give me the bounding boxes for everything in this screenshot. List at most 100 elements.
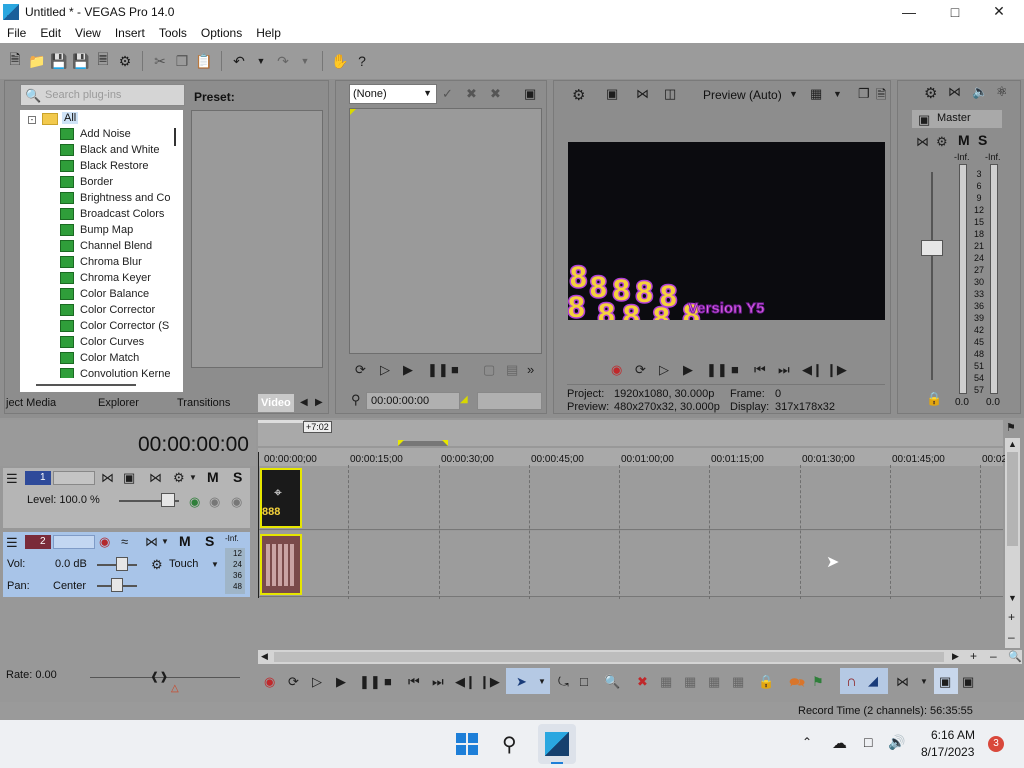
automation-mode-label[interactable]: Touch (169, 558, 198, 570)
invert-phase-icon[interactable]: ≈ (121, 534, 128, 549)
scroll-left-icon[interactable]: ◀ (261, 651, 268, 662)
loop-playback-icon[interactable]: ⟳ (288, 674, 299, 690)
plugin-hscrollbar[interactable] (20, 378, 183, 392)
audio-track-lane[interactable] (258, 531, 1003, 597)
add-to-timeline-after-icon[interactable]: ▤ (506, 362, 518, 378)
volume-icon[interactable]: 🔊 (888, 734, 905, 751)
auto-crossfade-icon[interactable]: ◢ (868, 673, 878, 689)
ripple-edit-icon[interactable]: ⋈ (896, 674, 909, 690)
spellcheck-icon[interactable]: ✓ (442, 86, 453, 102)
parent-composite-icon[interactable]: ◉ (209, 494, 220, 510)
timeline-hscrollbar[interactable]: ◀ ▶ + – 🔍 (258, 649, 1022, 664)
play-icon[interactable]: ▶ (683, 362, 693, 378)
track2-solo-button[interactable]: S (205, 533, 214, 549)
hscroll-thumb[interactable] (274, 652, 944, 662)
chevron-down-icon[interactable]: ▼ (538, 677, 546, 686)
selection-edit-tool-icon[interactable]: □ (580, 674, 588, 689)
more-icon[interactable]: » (527, 362, 534, 377)
taskbar-search-icon[interactable]: ⚲ (502, 732, 517, 757)
plugin-hscroll-thumb[interactable] (36, 384, 136, 386)
play-from-start-icon[interactable]: ▷ (380, 362, 390, 378)
tab-scroll-left-icon[interactable]: ◀ (300, 397, 308, 408)
tab-explorer[interactable]: Explorer (98, 394, 139, 412)
zoom-in-horizontal-icon[interactable]: + (970, 649, 977, 663)
play-icon[interactable]: ▶ (336, 674, 346, 690)
menu-view[interactable]: View (68, 26, 108, 40)
trim-start-icon[interactable]: ▦ (684, 674, 696, 690)
track2-pan-slider-handle[interactable] (111, 578, 123, 592)
preset-list[interactable] (191, 110, 323, 368)
tab-scroll-right-icon[interactable]: ▶ (315, 397, 323, 408)
network-icon[interactable]: □ (864, 734, 872, 750)
chevron-down-icon[interactable]: ▼ (211, 560, 219, 569)
track-gear-icon[interactable]: ⚙ (173, 470, 185, 486)
trimmer-dropdown[interactable]: (None) ▼ (349, 84, 437, 104)
compositing-icon[interactable]: ▣ (123, 470, 135, 486)
preview-quality-dropdown[interactable]: Preview (Auto) (703, 88, 782, 102)
track-motion-icon[interactable]: ⋈ (101, 470, 114, 486)
track1-level-slider-handle[interactable] (161, 493, 175, 507)
track-fx-icon[interactable]: ⋈ (149, 470, 162, 486)
pause-icon[interactable]: ❚❚ (427, 362, 449, 378)
track-fx-icon[interactable]: ⋈ (145, 534, 158, 550)
pause-icon[interactable]: ❚❚ (359, 674, 381, 690)
copy-icon[interactable]: ❐ (173, 52, 191, 70)
plugin-item[interactable]: Brightness and Co (60, 190, 171, 206)
track2-header[interactable]: ☰ 2 ◉ ≈ ⋈ ▼ M S Vol: 0.0 dB ⚙ Touch ▼ Pa… (3, 532, 250, 597)
taskbar-vegas-app[interactable] (538, 724, 576, 764)
track2-vol-slider-handle[interactable] (116, 557, 128, 571)
lock-envelopes-icon[interactable]: ▣ (939, 674, 951, 690)
add-to-timeline-icon[interactable]: ▢ (483, 362, 495, 378)
record-icon[interactable]: ◉ (611, 362, 622, 378)
envelope-edit-tool-icon[interactable]: ⤿ (558, 674, 569, 690)
zoom-out-vertical-icon[interactable]: – (1008, 630, 1015, 644)
stop-icon[interactable]: ■ (384, 674, 392, 689)
tab-video-fx[interactable]: Video (258, 394, 294, 412)
preview-video-frame[interactable]: 88888 88888 Version Y5 (568, 142, 885, 320)
redo-history-icon[interactable]: ▼ (296, 52, 314, 70)
crop-icon[interactable]: ⌖ (274, 484, 282, 501)
windows-start-icon[interactable] (456, 733, 478, 755)
track1-mute-button[interactable]: M (207, 469, 219, 485)
previous-frame-icon[interactable]: ◀❙ (802, 362, 823, 378)
lock-event-icon[interactable]: 🔒 (758, 674, 774, 690)
overlays-icon[interactable]: ◫ (664, 86, 676, 102)
master-solo-button[interactable]: S (978, 132, 987, 148)
region-end-marker-icon[interactable] (442, 440, 448, 446)
selection-region[interactable] (398, 441, 448, 446)
play-icon[interactable]: ▶ (403, 362, 413, 378)
record-icon[interactable]: ◉ (264, 674, 275, 690)
enable-snapping-icon[interactable]: ✋ (331, 52, 349, 70)
track1-name-field[interactable] (53, 471, 95, 485)
lock-icon[interactable]: 🔒 (926, 391, 942, 407)
track-collapse-icon[interactable]: ☰ (6, 535, 18, 551)
previous-frame-icon[interactable]: ◀❙ (455, 674, 476, 690)
redo-icon[interactable]: ↷ (274, 52, 292, 70)
taskbar-clock-time[interactable]: 6:16 AM (931, 728, 975, 742)
automation-gear-icon[interactable]: ⚙ (151, 557, 163, 573)
plugin-item[interactable]: Color Match (60, 350, 139, 366)
menu-options[interactable]: Options (194, 26, 249, 40)
insert-region-icon[interactable]: ⚑ (812, 674, 824, 690)
track-collapse-icon[interactable]: ☰ (6, 471, 18, 487)
remove-icon[interactable]: ✖ (466, 86, 477, 102)
tab-transitions[interactable]: Transitions (177, 394, 230, 412)
timeline-marker-bar[interactable]: +7:02 (258, 420, 1003, 446)
menu-tools[interactable]: Tools (152, 26, 194, 40)
zoom-tool-icon[interactable]: 🔍 (1008, 650, 1022, 663)
whats-this-help-icon[interactable]: ? (353, 52, 371, 70)
track1-header[interactable]: ☰ 1 ⋈ ▣ ⋈ ⚙ ▼ M S Level: 100.0 % ◉ ◉ ◉ (3, 468, 250, 528)
undo-icon[interactable]: ↶ (230, 52, 248, 70)
track1-solo-button[interactable]: S (233, 469, 242, 485)
tree-collapse-icon[interactable]: - (28, 116, 36, 124)
scroll-up-icon[interactable]: ▲ (1008, 439, 1017, 449)
save-as-icon[interactable]: 💾 (72, 52, 90, 70)
new-file-icon[interactable]: 🗎 (6, 51, 24, 70)
zoom-in-vertical-icon[interactable]: + (1008, 610, 1015, 624)
plugin-item[interactable]: Black Restore (60, 158, 148, 174)
undo-history-icon[interactable]: ▼ (252, 52, 270, 70)
trim-icon[interactable]: ▦ (660, 674, 672, 690)
play-from-start-icon[interactable]: ▷ (312, 674, 322, 690)
external-monitor-icon[interactable]: ▣ (606, 86, 618, 102)
grid-icon[interactable]: ▦ (810, 86, 822, 102)
